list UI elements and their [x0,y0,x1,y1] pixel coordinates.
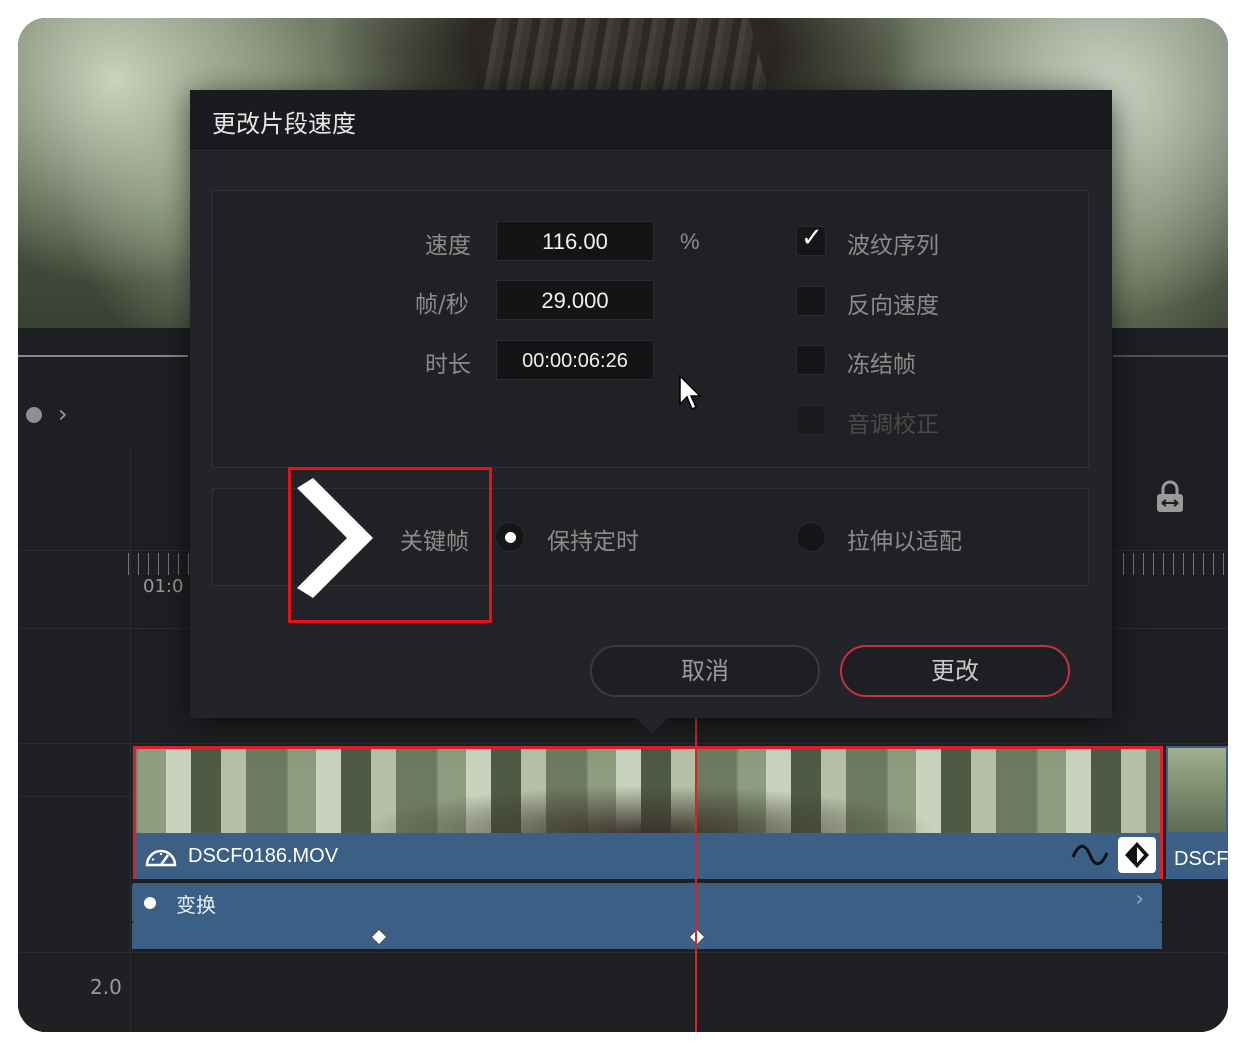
timeline-clip-next[interactable]: DSCF [1166,746,1228,879]
freeze-frame-label: 冻结帧 [847,352,916,378]
curve-icon[interactable] [1071,841,1109,869]
transform-label: 变换 [176,893,216,917]
speed-label: 速度 [425,233,471,259]
keyframe-diamond[interactable] [370,928,388,946]
freeze-frame-checkbox[interactable] [796,345,826,375]
ruler-timecode: 01:0 [143,576,184,597]
chevron-right-icon[interactable]: › [58,400,68,428]
fps-label: 帧/秒 [415,292,469,318]
lane-divider [18,743,1228,744]
clip-name: DSCF [1174,848,1228,870]
reverse-speed-checkbox[interactable] [796,286,826,316]
track-header [18,448,131,1032]
app-window: › 01:0 2.0 DSCF0186.MOV DSCF 变换 › 更改片段速度… [18,18,1228,1032]
mouse-cursor-icon [679,374,702,411]
speed-input[interactable]: 116.00 [496,221,654,261]
speedometer-icon [145,849,177,867]
stretch-to-fit-radio[interactable] [796,522,826,552]
keyframe-dot-icon[interactable] [144,897,156,909]
reverse-speed-label: 反向速度 [847,293,939,319]
ripple-sequence-label: 波纹序列 [847,233,939,259]
keyframe-toggle-icon[interactable] [1118,837,1156,873]
change-clip-speed-dialog: 更改片段速度 速度 116.00 % 帧/秒 29.000 时长 00:00:0… [190,90,1112,718]
timeline-clip-selected[interactable]: DSCF0186.MOV [133,746,1163,879]
duration-label: 时长 [425,352,471,378]
change-button[interactable]: 更改 [840,645,1070,697]
pitch-correction-label: 音调校正 [847,412,939,438]
chevron-right-icon[interactable]: › [1135,887,1144,912]
track-value: 2.0 [90,975,122,999]
maintain-timing-radio[interactable] [495,522,525,552]
timeline-ruler-ticks-right [1123,553,1228,575]
maintain-timing-label: 保持定时 [547,529,639,555]
keyframe-lane [132,923,1162,949]
dialog-pointer [636,718,668,734]
speed-unit: % [680,229,700,254]
scrubber-bar[interactable] [18,355,188,357]
dialog-titlebar: 更改片段速度 [190,90,1112,149]
clip-name: DSCF0186.MOV [188,845,339,867]
ripple-sequence-checkbox[interactable] [796,223,826,256]
keyframe-diamond[interactable] [688,928,706,946]
annotation-chevron-icon [297,478,373,598]
scrubber-bar-right[interactable] [1113,355,1228,357]
transform-keyframe-track[interactable]: 变换 › [132,883,1162,923]
link-lock-icon[interactable] [1153,480,1187,516]
dialog-title: 更改片段速度 [212,110,356,138]
clip-thumbnails [136,749,1160,833]
cancel-button[interactable]: 取消 [590,645,820,697]
clip-thumbnails [1168,748,1226,832]
pitch-correction-checkbox [796,405,826,435]
playhead[interactable] [695,718,697,1032]
fps-input[interactable]: 29.000 [496,280,654,320]
stretch-to-fit-label: 拉伸以适配 [847,529,962,555]
lane-divider [18,952,1228,953]
record-dot-icon[interactable] [26,407,42,423]
duration-input[interactable]: 00:00:06:26 [496,340,654,380]
